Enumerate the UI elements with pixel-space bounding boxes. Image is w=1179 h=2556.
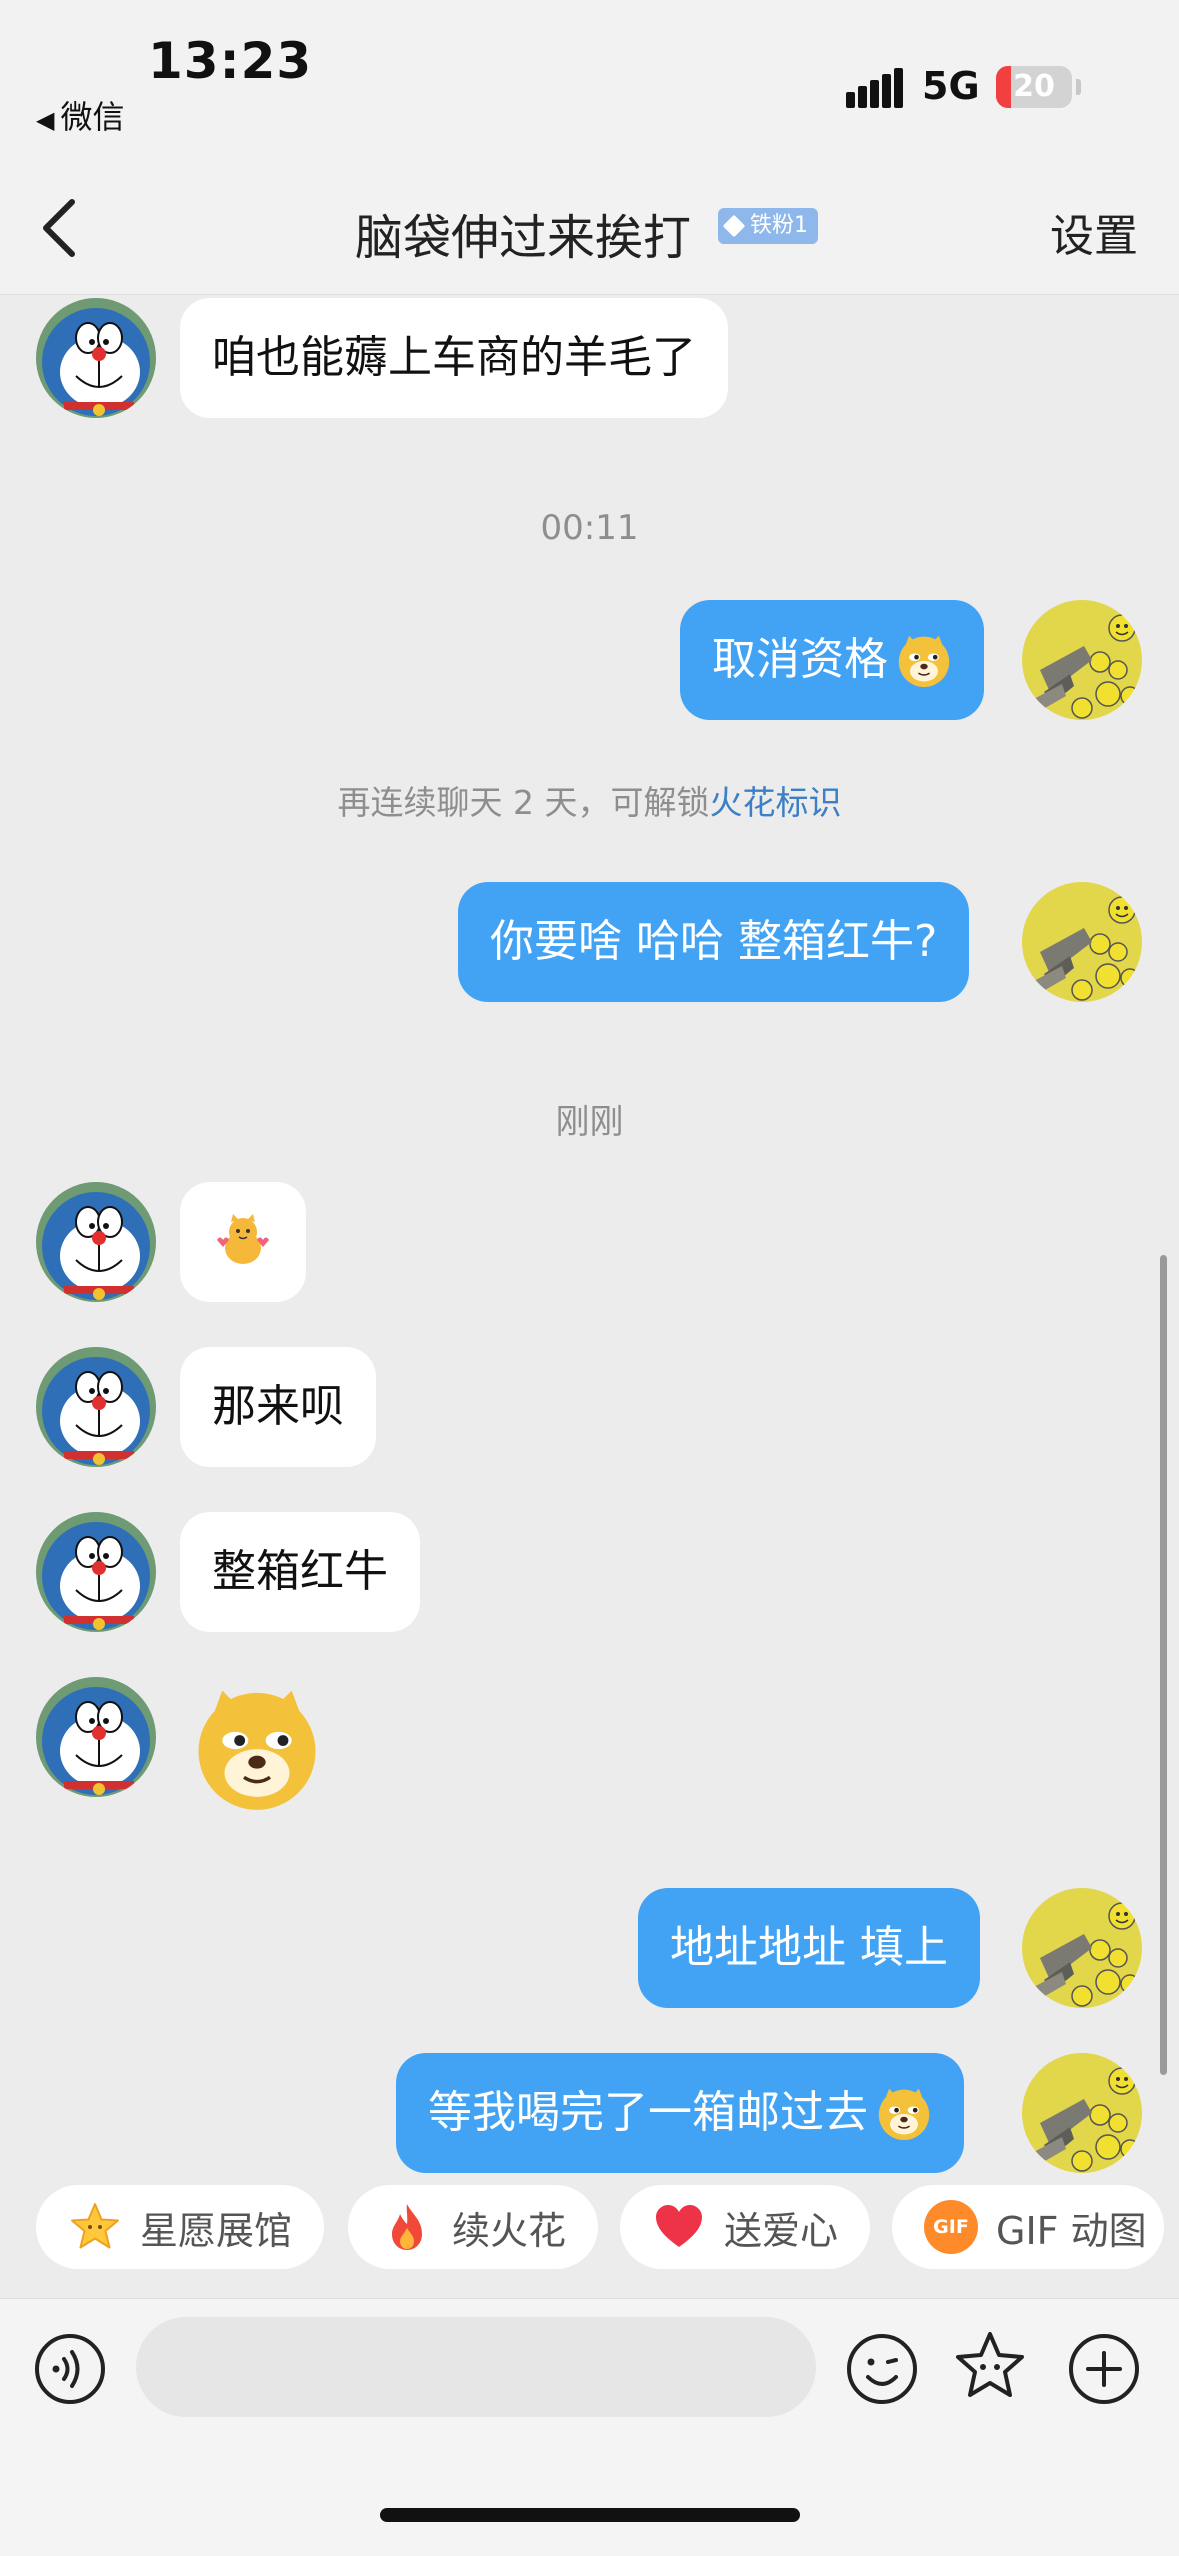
my-avatar[interactable] <box>1022 2053 1142 2173</box>
star-icon <box>68 2200 122 2254</box>
battery-percent: 20 <box>1013 69 1055 104</box>
home-indicator[interactable] <box>380 2508 800 2522</box>
voice-icon[interactable] <box>34 2333 106 2405</box>
chat-header: 脑袋伸过来挨打 铁粉1 设置 <box>0 160 1179 295</box>
sticker-bubble[interactable] <box>180 1182 306 1302</box>
my-avatar[interactable] <box>1022 1888 1142 2008</box>
battery-icon: 20 <box>996 66 1072 108</box>
wish-gallery-chip[interactable]: 星愿展馆 <box>36 2185 324 2269</box>
timestamp: 刚刚 <box>555 1102 624 1142</box>
my-avatar[interactable] <box>1022 600 1142 720</box>
contact-avatar[interactable] <box>36 1182 156 1302</box>
chevron-left-icon <box>43 199 75 257</box>
chip-label: 送爱心 <box>724 2208 839 2253</box>
message-input[interactable] <box>136 2317 816 2417</box>
gif-sticker-chip[interactable]: GIF GIF 动图 <box>892 2185 1164 2269</box>
back-triangle-icon: ◀ <box>36 106 55 134</box>
settings-button[interactable]: 设置 <box>1050 200 1138 264</box>
spark-unlock-notice: 再连续聊天 2 天，可解锁火花标识 <box>0 776 1179 824</box>
status-time: 13:23 <box>148 32 313 90</box>
chat-title[interactable]: 脑袋伸过来挨打 <box>355 198 691 268</box>
message-bubble[interactable]: 那来呗 <box>180 1347 376 1467</box>
chip-label: 星愿展馆 <box>140 2208 293 2253</box>
message-bubble[interactable]: 等我喝完了一箱邮过去 <box>396 2053 964 2173</box>
send-love-chip[interactable]: 送爱心 <box>620 2185 870 2269</box>
message-text: 取消资格 <box>712 634 888 685</box>
fan-badge[interactable]: 铁粉1 <box>718 208 818 244</box>
back-button[interactable] <box>30 196 90 260</box>
emoji-icon[interactable] <box>846 2333 918 2405</box>
message-bubble[interactable]: 整箱红牛 <box>180 1512 420 1632</box>
doge-sticker-icon[interactable] <box>192 1682 322 1812</box>
spark-badge-link[interactable]: 火花标识 <box>709 783 841 822</box>
my-avatar[interactable] <box>1022 882 1142 1002</box>
diamond-icon <box>722 214 746 238</box>
notice-text: 再连续聊天 2 天，可解锁 <box>337 783 710 822</box>
back-app-label: 微信 <box>60 98 125 136</box>
battery-cap <box>1076 79 1081 95</box>
timestamp: 00:11 <box>540 508 639 548</box>
star-sticker-icon[interactable] <box>952 2329 1028 2405</box>
contact-avatar[interactable] <box>36 298 156 418</box>
message-bubble[interactable]: 取消资格 <box>680 600 984 720</box>
back-to-app-link[interactable]: ◀ 微信 <box>36 92 124 138</box>
chip-label: GIF 动图 <box>996 2208 1147 2253</box>
continue-spark-chip[interactable]: 续火花 <box>348 2185 598 2269</box>
signal-icon <box>846 68 904 108</box>
doge-emoji-icon <box>896 632 952 688</box>
chip-label: 续火花 <box>452 2208 567 2253</box>
fan-badge-label: 铁粉1 <box>750 213 808 238</box>
scrollbar[interactable] <box>1160 1255 1167 2075</box>
contact-avatar[interactable] <box>36 1512 156 1632</box>
message-bubble[interactable]: 你要啥 哈哈 整箱红牛? <box>458 882 970 1002</box>
contact-avatar[interactable] <box>36 1347 156 1467</box>
message-bubble[interactable]: 地址地址 填上 <box>638 1888 980 2008</box>
heart-icon <box>652 2200 706 2254</box>
message-bubble[interactable]: 咱也能薅上车商的羊毛了 <box>180 298 728 418</box>
plus-icon[interactable] <box>1068 2333 1140 2405</box>
doge-emoji-icon <box>876 2085 932 2141</box>
status-bar: 13:23 ◀ 微信 5G 20 <box>0 0 1179 160</box>
message-text: 等我喝完了一箱邮过去 <box>428 2087 868 2138</box>
fire-icon <box>380 2200 434 2254</box>
gif-icon: GIF <box>924 2200 978 2254</box>
hamster-heart-sticker-icon <box>217 1214 269 1264</box>
network-type: 5G <box>922 64 980 108</box>
quick-actions: 星愿展馆 续火花 送爱心 GIF GIF 动图 <box>0 2185 1179 2285</box>
contact-avatar[interactable] <box>36 1677 156 1797</box>
